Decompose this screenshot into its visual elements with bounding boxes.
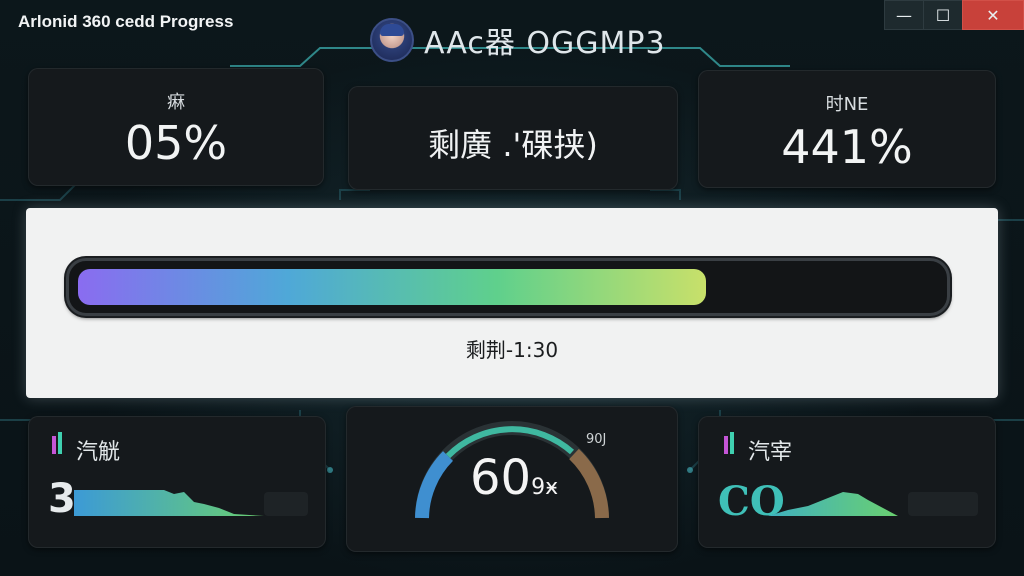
gauge-bars-icon [52,432,62,454]
stat-left-value: 05% [124,116,228,170]
stat-panel-left: 痳 05% [28,68,324,186]
progress-card: 剩荆-1:30 [26,208,998,398]
window-title: Arlonid 360 cedd Progress [18,12,234,31]
gauge-value: 609ӿ [470,450,558,506]
bottom-left-value: 3 [48,476,76,522]
maximize-button[interactable]: ☐ [923,0,963,30]
anime-avatar-icon [370,18,414,62]
progress-track [66,258,950,316]
time-remaining: 剩荆-1:30 [465,338,559,362]
minimize-icon: — [896,5,912,25]
stat-center-text: 剩廣 .'䂺挟) [428,126,598,164]
stat-right-value: 441% [781,120,913,174]
progress-fill [78,269,706,305]
gauge-number: 60 [470,450,532,506]
brand-logo: AAc器 OGGMP3 [370,14,666,66]
bottom-left-title: 汽觥 [76,440,121,465]
minimize-button[interactable]: — [884,0,924,30]
stat-panel-right: 时NE 441% [698,70,996,188]
bottom-panel-left: 汽觥 3 [28,416,326,548]
close-icon: ✕ [986,5,1000,25]
window-controls: — ☐ ✕ [884,0,1024,30]
stat-panel-center: 剩廣 .'䂺挟) [348,86,678,190]
bottom-right-title: 汽宰 [748,440,793,465]
bottom-right-sparkline [768,492,978,516]
brand-text: AAc器 OGGMP3 [424,26,666,61]
bottom-panel-right: 汽宰 CO [698,416,996,548]
gauge-unit: 9ӿ [531,475,559,500]
bottom-left-sparkline [74,490,308,516]
gauge-max-label: 90J [586,432,607,447]
maximize-icon: ☐ [935,5,951,25]
stat-left-label: 痳 [167,92,185,113]
stat-right-label: 时NE [825,94,869,115]
gauge-bars-icon [724,432,734,454]
close-button[interactable]: ✕ [962,0,1024,30]
